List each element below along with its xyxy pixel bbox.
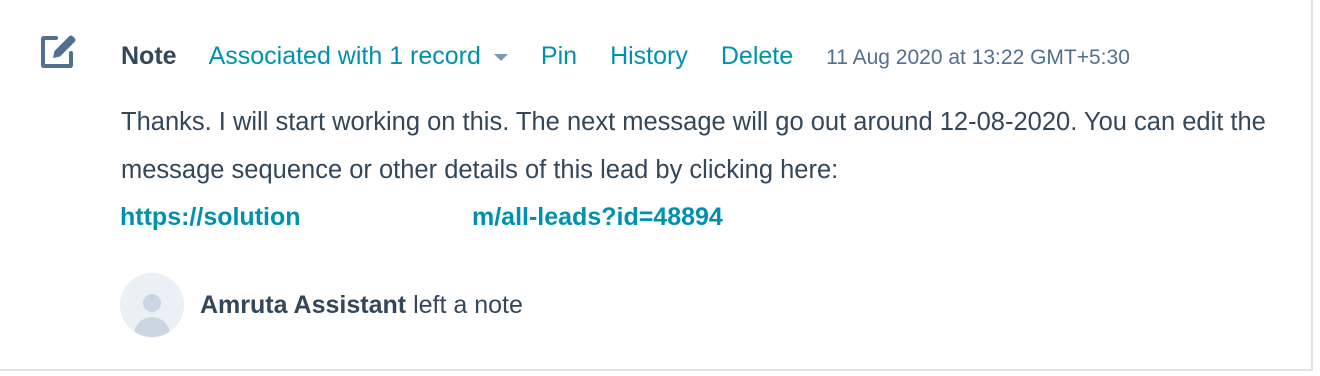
author-action-text: left a note (413, 290, 523, 319)
associations-dropdown[interactable]: Associated with 1 record (209, 42, 508, 71)
history-button[interactable]: History (610, 42, 688, 71)
note-body: Thanks. I will start working on this. Th… (121, 108, 1266, 184)
author-name: Amruta Assistant (200, 290, 407, 319)
note-type-label: Note (121, 41, 177, 70)
lead-link-part-2[interactable]: m/all-leads?id=48894 (472, 193, 723, 241)
edit-note-icon (41, 35, 76, 68)
lead-link-part-1[interactable]: https://solution (120, 193, 301, 241)
note-header: Note Associated with 1 record Pin Histor… (121, 36, 1130, 76)
associations-label[interactable]: Associated with 1 record (209, 42, 481, 71)
note-card: Note Associated with 1 record Pin Histor… (0, 0, 1313, 371)
note-timestamp: 11 Aug 2020 at 13:22 GMT+5:30 (826, 46, 1130, 69)
note-author-row: Amruta Assistant left a note (120, 272, 523, 338)
caret-down-icon[interactable] (493, 53, 508, 61)
delete-button[interactable]: Delete (721, 42, 793, 71)
avatar-head (143, 294, 161, 312)
pin-button[interactable]: Pin (541, 42, 577, 71)
avatar-shoulders (134, 317, 170, 337)
default-avatar-icon (120, 273, 184, 337)
